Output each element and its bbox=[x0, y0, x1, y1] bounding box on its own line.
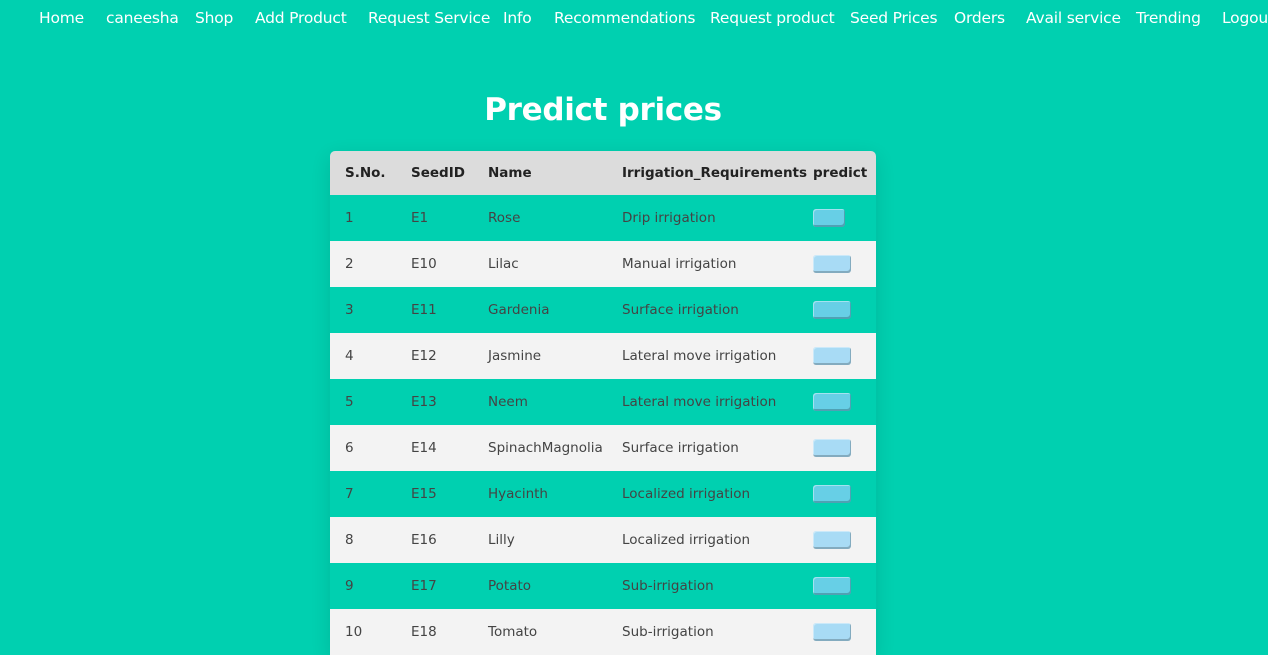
cell-irrigation: Sub-irrigation bbox=[622, 563, 813, 609]
nav-link-orders[interactable]: Orders bbox=[954, 9, 1005, 27]
cell-predict bbox=[813, 609, 876, 655]
cell-sno: 4 bbox=[330, 333, 411, 379]
cell-irrigation: Surface irrigation bbox=[622, 425, 813, 471]
cell-sno: 3 bbox=[330, 287, 411, 333]
cell-seed-id: E13 bbox=[411, 379, 488, 425]
table-row: 9 E17 Potato Sub-irrigation bbox=[330, 563, 876, 609]
cell-predict bbox=[813, 471, 876, 517]
predict-button[interactable] bbox=[813, 209, 845, 227]
predict-button[interactable] bbox=[813, 577, 851, 595]
table-row: 10 E18 Tomato Sub-irrigation bbox=[330, 609, 876, 655]
header-seed-id: SeedID bbox=[411, 151, 488, 195]
cell-irrigation: Localized irrigation bbox=[622, 471, 813, 517]
cell-irrigation: Drip irrigation bbox=[622, 195, 813, 241]
nav-link-shop[interactable]: Shop bbox=[195, 9, 233, 27]
table-row: 6 E14 SpinachMagnolia Surface irrigation bbox=[330, 425, 876, 471]
cell-sno: 10 bbox=[330, 609, 411, 655]
cell-predict bbox=[813, 517, 876, 563]
table-row: 5 E13 Neem Lateral move irrigation bbox=[330, 379, 876, 425]
cell-irrigation: Localized irrigation bbox=[622, 517, 813, 563]
predict-button[interactable] bbox=[813, 255, 851, 273]
cell-seed-id: E15 bbox=[411, 471, 488, 517]
cell-name: Gardenia bbox=[488, 287, 622, 333]
cell-name: SpinachMagnolia bbox=[488, 425, 622, 471]
cell-seed-id: E16 bbox=[411, 517, 488, 563]
cell-seed-id: E14 bbox=[411, 425, 488, 471]
table-header-row: S.No. SeedID Name Irrigation_Requirement… bbox=[330, 151, 876, 195]
nav-link-seed-prices[interactable]: Seed Prices bbox=[850, 9, 938, 27]
nav-link-trending[interactable]: Trending bbox=[1136, 9, 1201, 27]
predict-button[interactable] bbox=[813, 393, 851, 411]
cell-sno: 7 bbox=[330, 471, 411, 517]
cell-irrigation: Lateral move irrigation bbox=[622, 379, 813, 425]
cell-seed-id: E12 bbox=[411, 333, 488, 379]
nav-link-add-product[interactable]: Add Product bbox=[255, 9, 347, 27]
header-sno: S.No. bbox=[330, 151, 411, 195]
nav-link-home[interactable]: Home bbox=[39, 9, 84, 27]
cell-seed-id: E17 bbox=[411, 563, 488, 609]
cell-name: Lilly bbox=[488, 517, 622, 563]
cell-name: Rose bbox=[488, 195, 622, 241]
table-row: 7 E15 Hyacinth Localized irrigation bbox=[330, 471, 876, 517]
nav-link-request-product[interactable]: Request product bbox=[710, 9, 835, 27]
cell-seed-id: E18 bbox=[411, 609, 488, 655]
prices-table: S.No. SeedID Name Irrigation_Requirement… bbox=[330, 151, 876, 655]
predict-button[interactable] bbox=[813, 439, 851, 457]
cell-predict bbox=[813, 333, 876, 379]
cell-name: Tomato bbox=[488, 609, 622, 655]
predict-button[interactable] bbox=[813, 531, 851, 549]
nav-link-request-service[interactable]: Request Service bbox=[368, 9, 490, 27]
nav-link-user[interactable]: caneesha bbox=[106, 9, 179, 27]
predict-button[interactable] bbox=[813, 623, 851, 641]
table-row: 4 E12 Jasmine Lateral move irrigation bbox=[330, 333, 876, 379]
predict-button[interactable] bbox=[813, 301, 851, 319]
cell-name: Hyacinth bbox=[488, 471, 622, 517]
header-name: Name bbox=[488, 151, 622, 195]
table-row: 8 E16 Lilly Localized irrigation bbox=[330, 517, 876, 563]
table-row: 3 E11 Gardenia Surface irrigation bbox=[330, 287, 876, 333]
cell-name: Neem bbox=[488, 379, 622, 425]
cell-predict bbox=[813, 379, 876, 425]
page-title: Predict prices bbox=[484, 92, 722, 128]
cell-predict bbox=[813, 287, 876, 333]
cell-predict bbox=[813, 241, 876, 287]
cell-sno: 8 bbox=[330, 517, 411, 563]
cell-predict bbox=[813, 563, 876, 609]
nav-link-logout[interactable]: Logout bbox=[1222, 9, 1268, 27]
prices-table-container: S.No. SeedID Name Irrigation_Requirement… bbox=[330, 151, 876, 655]
cell-sno: 2 bbox=[330, 241, 411, 287]
nav-link-info[interactable]: Info bbox=[503, 9, 532, 27]
cell-name: Jasmine bbox=[488, 333, 622, 379]
cell-irrigation: Lateral move irrigation bbox=[622, 333, 813, 379]
nav-link-avail-service[interactable]: Avail service bbox=[1026, 9, 1121, 27]
header-irrigation: Irrigation_Requirements bbox=[622, 151, 813, 195]
predict-button[interactable] bbox=[813, 347, 851, 365]
cell-sno: 5 bbox=[330, 379, 411, 425]
table-row: 1 E1 Rose Drip irrigation bbox=[330, 195, 876, 241]
nav-link-recommendations[interactable]: Recommendations bbox=[554, 9, 695, 27]
header-predict: predict bbox=[813, 151, 876, 195]
predict-button[interactable] bbox=[813, 485, 851, 503]
cell-predict bbox=[813, 425, 876, 471]
cell-irrigation: Surface irrigation bbox=[622, 287, 813, 333]
cell-predict bbox=[813, 195, 876, 241]
cell-name: Potato bbox=[488, 563, 622, 609]
cell-irrigation: Sub-irrigation bbox=[622, 609, 813, 655]
cell-sno: 9 bbox=[330, 563, 411, 609]
cell-seed-id: E11 bbox=[411, 287, 488, 333]
cell-seed-id: E1 bbox=[411, 195, 488, 241]
cell-name: Lilac bbox=[488, 241, 622, 287]
top-navbar: Home caneesha Shop Add Product Request S… bbox=[0, 0, 1268, 38]
cell-irrigation: Manual irrigation bbox=[622, 241, 813, 287]
table-row: 2 E10 Lilac Manual irrigation bbox=[330, 241, 876, 287]
cell-sno: 1 bbox=[330, 195, 411, 241]
cell-seed-id: E10 bbox=[411, 241, 488, 287]
cell-sno: 6 bbox=[330, 425, 411, 471]
